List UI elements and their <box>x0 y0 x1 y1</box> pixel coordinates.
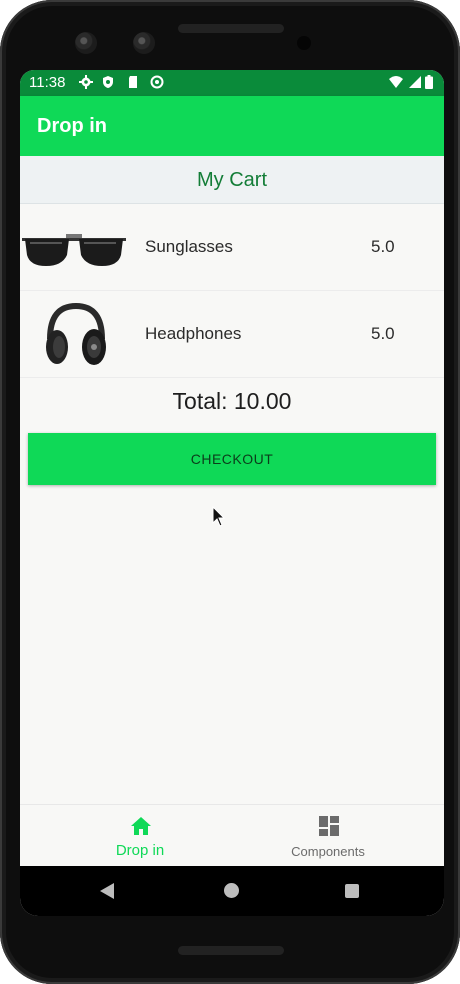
cart-title: My Cart <box>197 169 267 191</box>
home-button-icon[interactable] <box>224 883 239 898</box>
bottom-speaker <box>178 946 284 955</box>
sunglasses-image <box>22 234 126 266</box>
nav-item-components[interactable]: Components <box>222 805 434 867</box>
nav-label-components: Components <box>291 844 365 859</box>
cart-item[interactable]: Sunglasses 5.0 <box>20 204 444 291</box>
top-speaker <box>178 24 284 33</box>
home-icon <box>131 817 151 835</box>
cart-item[interactable]: Headphones 5.0 <box>20 291 444 378</box>
cart-total: Total: 10.00 <box>172 388 292 414</box>
front-camera <box>75 32 97 54</box>
item-name: Sunglasses <box>145 237 233 256</box>
status-time: 11:38 <box>29 74 66 91</box>
checkout-button[interactable]: CHECKOUT <box>28 433 436 485</box>
item-price: 5.0 <box>371 324 395 343</box>
recents-icon[interactable] <box>345 884 359 898</box>
shield-icon <box>101 75 115 89</box>
app-title: Drop in <box>37 115 107 137</box>
nav-label-drop-in: Drop in <box>115 842 165 859</box>
dashboard-icon <box>319 816 339 836</box>
bottom-navigation: Drop in Components <box>20 804 444 867</box>
system-navigation-bar <box>20 866 444 916</box>
phone-frame: 11:38 Drop in My Cart Sunglasses 5.0 Hea… <box>0 0 460 984</box>
sd-card-icon <box>126 75 140 89</box>
headphones-image <box>46 302 106 365</box>
mouse-cursor-icon <box>212 506 226 527</box>
front-camera-secondary <box>133 32 155 54</box>
item-name: Headphones <box>145 324 242 343</box>
item-price: 5.0 <box>371 237 395 256</box>
app-bar: Drop in <box>20 96 444 156</box>
cart-header: My Cart <box>20 156 444 204</box>
proximity-sensor <box>297 36 311 50</box>
status-bar: 11:38 <box>20 70 444 96</box>
nav-item-drop-in[interactable]: Drop in <box>34 805 246 867</box>
battery-icon <box>425 75 433 89</box>
settings-icon <box>79 75 93 89</box>
screen: 11:38 Drop in My Cart Sunglasses 5.0 Hea… <box>20 70 444 916</box>
back-icon[interactable] <box>100 883 114 899</box>
wifi-icon <box>389 75 403 89</box>
signal-icon <box>408 75 422 89</box>
at-sign-icon <box>150 75 164 89</box>
